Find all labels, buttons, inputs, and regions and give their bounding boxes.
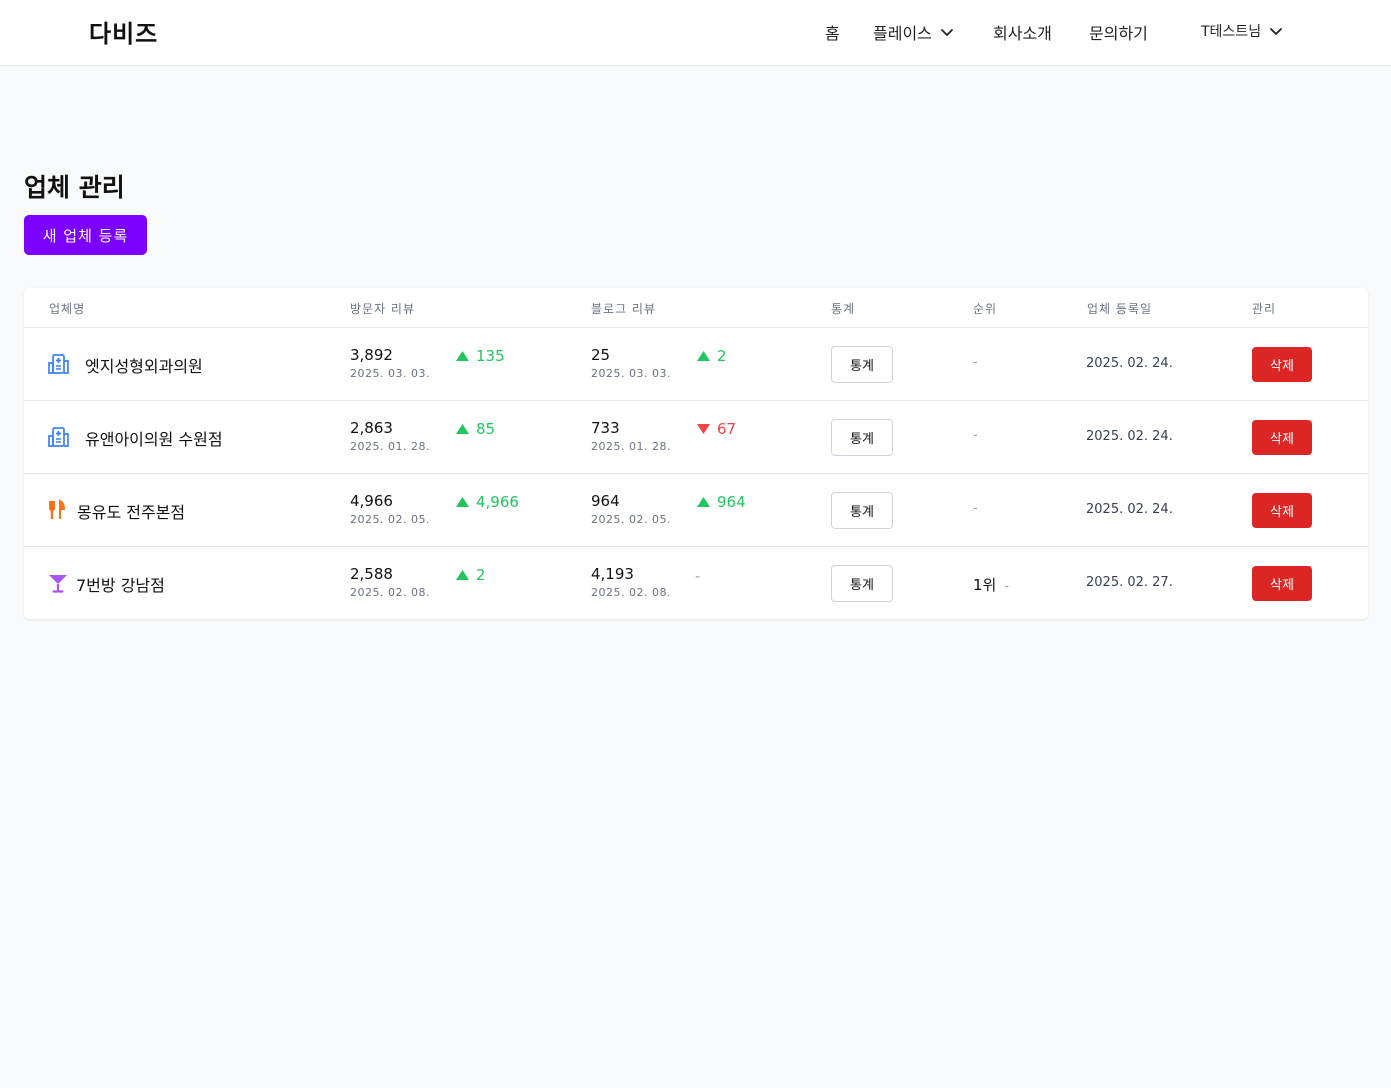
header-blog-review: 블로그 리뷰 [591,302,657,316]
stats-button[interactable]: 통계 [831,565,893,602]
table-header: 업체명 방문자 리뷰 블로그 리뷰 통계 순위 업체 등록일 관리 [24,288,1368,328]
header-rank: 순위 [973,302,998,316]
rank-value: - [973,355,978,370]
restaurant-icon [49,499,66,519]
chevron-down-icon [940,29,953,36]
blog-delta-value: 2 [717,347,727,365]
visitor-review-date: 2025. 03. 03. [350,367,430,380]
top-navbar: 다비즈 홈 플레이스 회사소개 문의하기 T테스트님 [0,0,1391,66]
visitor-review-cell: 2,588 2025. 02. 08. [350,565,430,599]
blog-review-delta: - [695,567,700,585]
nav-place-label: 플레이스 [873,24,932,43]
triangle-up-icon [697,497,710,507]
blog-review-count: 25 [591,346,611,364]
user-name: T테스트님 [1201,24,1262,40]
visitor-review-cell: 4,966 2025. 02. 05. [350,492,430,526]
logo[interactable]: 다비즈 [89,14,158,49]
header-visitor-review: 방문자 리뷰 [350,302,416,316]
hospital-icon [48,354,69,374]
blog-review-delta: 964 [697,493,746,511]
delete-button[interactable]: 삭제 [1252,420,1312,455]
visitor-review-cell: 2,863 2025. 01. 28. [350,419,430,453]
page-title: 업체 관리 [24,173,125,202]
hospital-icon [48,427,69,447]
registration-date: 2025. 02. 24. [1086,429,1173,444]
blog-review-delta: 2 [697,347,727,365]
nav-about[interactable]: 회사소개 [993,20,1052,44]
rank-value: - [973,501,978,516]
blog-delta-value: 964 [717,493,746,511]
visitor-review-cell: 3,892 2025. 03. 03. [350,346,430,380]
table-row: 유앤아이의원 수원점 2,863 2025. 01. 28. 85 733 20… [24,401,1368,474]
delete-button[interactable]: 삭제 [1252,566,1312,601]
table-row: 몽유도 전주본점 4,966 2025. 02. 05. 4,966 964 2… [24,474,1368,547]
rank-cell: 1위 - [973,574,1009,595]
blog-review-count: 4,193 [591,565,634,583]
blog-review-cell: 4,193 2025. 02. 08. [591,565,671,599]
triangle-down-icon [697,424,710,434]
triangle-up-icon [456,424,469,434]
triangle-up-icon [456,351,469,361]
nav-contact[interactable]: 문의하기 [1089,20,1148,44]
visitor-delta-value: 85 [476,420,496,438]
add-business-button[interactable]: 새 업체 등록 [24,215,147,255]
stats-button[interactable]: 통계 [831,346,893,383]
visitor-review-count: 3,892 [350,346,393,364]
rank-value: 1위 [973,576,997,594]
header-manage: 관리 [1252,302,1277,316]
visitor-review-delta: 2 [456,566,486,584]
visitor-delta-value: 4,966 [476,493,519,511]
stats-button[interactable]: 통계 [831,419,893,456]
nav-place-dropdown[interactable]: 플레이스 [873,20,954,44]
blog-review-date: 2025. 01. 28. [591,440,671,453]
business-name: 엣지성형외과의원 [85,357,203,376]
blog-review-count: 733 [591,419,620,437]
visitor-delta-value: 2 [476,566,486,584]
registration-date: 2025. 02. 24. [1086,502,1173,517]
blog-review-date: 2025. 03. 03. [591,367,671,380]
visitor-review-delta: 4,966 [456,493,519,511]
stats-button[interactable]: 통계 [831,492,893,529]
table-row: 7번방 강남점 2,588 2025. 02. 08. 2 4,193 2025… [24,547,1368,620]
table-row: 엣지성형외과의원 3,892 2025. 03. 03. 135 25 2025… [24,328,1368,401]
header-stats: 통계 [831,302,856,316]
registration-date: 2025. 02. 24. [1086,356,1173,371]
visitor-review-date: 2025. 02. 08. [350,586,430,599]
blog-review-delta: 67 [697,420,736,438]
rank-delta: - [1004,579,1010,594]
visitor-review-count: 2,588 [350,565,393,583]
delete-button[interactable]: 삭제 [1252,347,1312,382]
visitor-review-date: 2025. 02. 05. [350,513,430,526]
visitor-review-count: 4,966 [350,492,393,510]
nav-home[interactable]: 홈 [825,20,840,44]
blog-review-date: 2025. 02. 05. [591,513,671,526]
visitor-review-delta: 85 [456,420,495,438]
rank-value: - [973,428,978,443]
cocktail-icon [49,575,67,593]
blog-delta-value: 67 [717,420,737,438]
triangle-up-icon [456,497,469,507]
triangle-up-icon [697,351,710,361]
business-name: 유앤아이의원 수원점 [85,430,223,449]
visitor-delta-value: 135 [476,347,505,365]
triangle-up-icon [456,570,469,580]
blog-delta-value: - [695,567,701,585]
blog-review-cell: 733 2025. 01. 28. [591,419,671,453]
header-name: 업체명 [49,302,86,316]
visitor-review-count: 2,863 [350,419,393,437]
blog-review-date: 2025. 02. 08. [591,586,671,599]
business-name: 7번방 강남점 [76,576,165,595]
header-reg-date: 업체 등록일 [1087,302,1153,316]
business-table: 업체명 방문자 리뷰 블로그 리뷰 통계 순위 업체 등록일 관리 엣지성형외과… [24,288,1368,619]
visitor-review-date: 2025. 01. 28. [350,440,430,453]
visitor-review-delta: 135 [456,347,505,365]
delete-button[interactable]: 삭제 [1252,493,1312,528]
chevron-down-icon [1270,28,1282,35]
registration-date: 2025. 02. 27. [1086,575,1173,590]
blog-review-cell: 964 2025. 02. 05. [591,492,671,526]
business-name: 몽유도 전주본점 [77,503,186,522]
user-menu-dropdown[interactable]: T테스트님 [1201,21,1283,41]
blog-review-cell: 25 2025. 03. 03. [591,346,671,380]
blog-review-count: 964 [591,492,620,510]
